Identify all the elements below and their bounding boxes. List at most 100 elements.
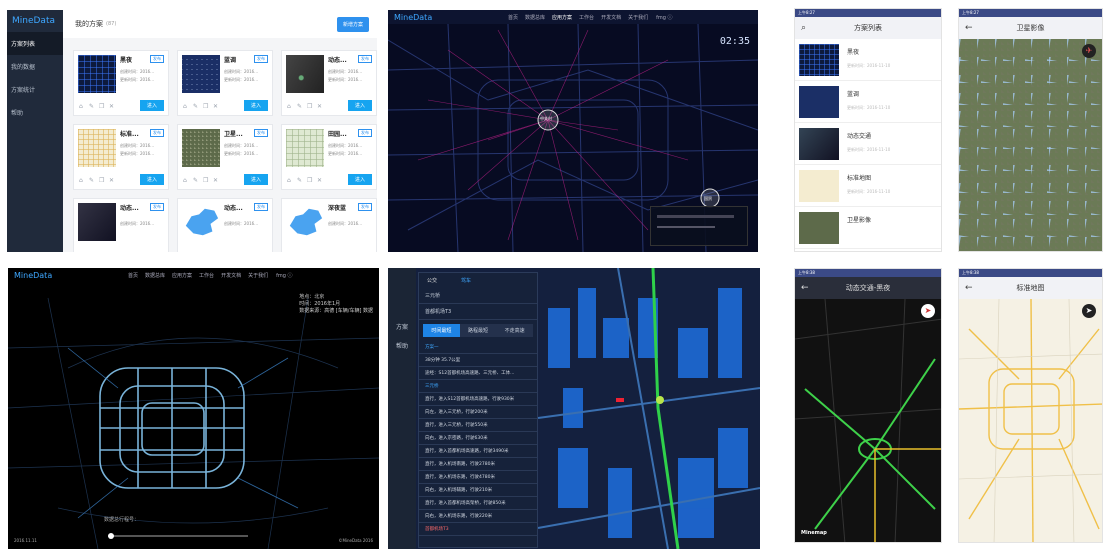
list-item[interactable]: 动态交通 更新时间：2016-11-10 — [795, 123, 941, 165]
list-item[interactable]: 黑夜 更新时间：2016-11-10 — [795, 39, 941, 81]
enter-button[interactable]: 进入 — [347, 100, 372, 111]
compass-icon[interactable]: ✈ — [1082, 44, 1096, 58]
copy-icon[interactable]: ❐ — [99, 103, 104, 110]
timeline-panel[interactable] — [650, 206, 748, 246]
copy-icon[interactable]: ❐ — [307, 103, 312, 110]
copy-icon[interactable]: ❐ — [203, 103, 208, 110]
sidebar-item-scheme-list[interactable]: 方案列表 — [7, 32, 63, 55]
enter-button[interactable]: 进入 — [139, 174, 164, 185]
share-icon[interactable]: ⌂ — [287, 103, 291, 110]
delete-icon[interactable]: ✕ — [213, 177, 218, 184]
menu-item-docs[interactable]: 开发文档 — [221, 272, 241, 279]
menu-item-docs[interactable]: 开发文档 — [601, 14, 621, 21]
sidebar-item-my-data[interactable]: 我的数据 — [7, 55, 63, 78]
search-icon[interactable]: ⌕ — [801, 23, 806, 33]
scheme-title: 蓝调 — [224, 57, 237, 64]
edit-icon[interactable]: ✎ — [297, 103, 302, 110]
new-scheme-button[interactable]: 新增方案 — [336, 17, 369, 32]
user-menu[interactable]: fmg ⓘ — [656, 14, 672, 21]
edit-icon[interactable]: ✎ — [193, 177, 198, 184]
sidebar-item-help[interactable]: 帮助 — [7, 101, 63, 124]
route-marker[interactable] — [656, 396, 664, 404]
share-icon[interactable]: ⌂ — [287, 177, 291, 184]
enter-button[interactable]: 进入 — [139, 100, 164, 111]
scheme-thumbnail — [799, 170, 839, 202]
copy-icon[interactable]: ❐ — [307, 177, 312, 184]
mode-drive[interactable]: 驾车 — [461, 277, 471, 284]
delete-icon[interactable]: ✕ — [317, 103, 322, 110]
satellite-map[interactable] — [959, 39, 1102, 251]
origin-input[interactable]: 三元桥 — [419, 288, 537, 304]
back-arrow-icon[interactable]: ← — [965, 283, 973, 293]
scheme-title: 卫星... — [224, 131, 243, 138]
destination-input[interactable]: 首都机场T3 — [419, 304, 537, 320]
logo: MineData — [14, 270, 53, 280]
updated-time: 更新时间：2016... — [328, 77, 362, 82]
menu-item-home[interactable]: 首页 — [128, 272, 138, 279]
publish-badge: 发布 — [150, 55, 164, 63]
edit-icon[interactable]: ✎ — [297, 177, 302, 184]
mode-bus[interactable]: 公交 — [427, 277, 437, 284]
route-step: 直行，进入机场南路，行驶2780米 — [419, 458, 537, 471]
copy-icon[interactable]: ❐ — [203, 177, 208, 184]
delete-icon[interactable]: ✕ — [213, 103, 218, 110]
delete-icon[interactable]: ✕ — [317, 177, 322, 184]
user-menu[interactable]: fmg ⓘ — [276, 272, 292, 279]
delete-icon[interactable]: ✕ — [109, 177, 114, 184]
menu-item-workbench[interactable]: 工作台 — [579, 14, 594, 21]
tab-shortest-distance[interactable]: 路程最短 — [459, 324, 497, 337]
created-time: 创建时间：2016... — [328, 143, 362, 148]
enter-button[interactable]: 进入 — [243, 174, 268, 185]
list-item[interactable]: 卫星影像 — [795, 207, 941, 249]
end-point: 首都机场T3 — [419, 523, 537, 536]
share-icon[interactable]: ⌂ — [79, 177, 83, 184]
created-time: 创建时间：2016... — [120, 221, 154, 226]
timeline-bar — [657, 226, 715, 228]
enter-button[interactable]: 进入 — [243, 100, 268, 111]
standard-map[interactable] — [959, 299, 1103, 543]
scheme-name: 动态交通 — [847, 133, 872, 140]
tool-scheme[interactable]: 方案 — [388, 268, 416, 331]
list-item[interactable]: 标准地图 更新时间：2016-11-10 — [795, 165, 941, 207]
list-item[interactable]: 蓝调 更新时间：2016-11-10 — [795, 81, 941, 123]
mobile-standard-map: 上午8:38 ← 标准地图 ➤ — [958, 268, 1103, 543]
tab-shortest-time[interactable]: 时间最短 — [423, 324, 460, 337]
scheme-thumbnail — [799, 128, 839, 160]
enter-button[interactable]: 进入 — [347, 174, 372, 185]
compass-icon[interactable]: ➤ — [1082, 304, 1096, 318]
created-time: 创建时间：2016... — [224, 69, 258, 74]
tab-no-highway[interactable]: 不走高速 — [496, 324, 534, 337]
sidebar-item-stats[interactable]: 方案统计 — [7, 78, 63, 101]
edit-icon[interactable]: ✎ — [89, 103, 94, 110]
menu-item-about[interactable]: 关于我们 — [628, 14, 648, 21]
time-text: 时间：2016年1月 — [299, 301, 341, 307]
scheme-title: 标准... — [120, 131, 139, 138]
share-icon[interactable]: ⌂ — [79, 103, 83, 110]
delete-icon[interactable]: ✕ — [109, 103, 114, 110]
share-icon[interactable]: ⌂ — [183, 177, 187, 184]
menu-item-solutions[interactable]: 应用方案 — [172, 272, 192, 279]
back-arrow-icon[interactable]: ← — [965, 23, 973, 33]
scheme-date: 更新时间：2016-11-10 — [847, 189, 891, 194]
edit-icon[interactable]: ✎ — [89, 177, 94, 184]
plan-title[interactable]: 方案一 — [419, 341, 537, 354]
traffic-map[interactable] — [795, 299, 942, 543]
edit-icon[interactable]: ✎ — [193, 103, 198, 110]
tool-help[interactable]: 帮助 — [388, 331, 416, 350]
menu-item-home[interactable]: 首页 — [508, 14, 518, 21]
menu-item-workbench[interactable]: 工作台 — [199, 272, 214, 279]
scheme-card: 黑夜 发布 创建时间：2016... 更新时间：2016... ⌂ ✎ ❐ ✕ … — [73, 50, 169, 116]
menu-item-solutions[interactable]: 应用方案 — [552, 14, 572, 21]
back-arrow-icon[interactable]: ← — [801, 283, 809, 293]
scheme-thumbnail — [799, 212, 839, 244]
menu-item-about[interactable]: 关于我们 — [248, 272, 268, 279]
time-slider-handle[interactable] — [108, 533, 114, 539]
share-icon[interactable]: ⌂ — [183, 103, 187, 110]
scheme-title: 动态... — [224, 205, 243, 212]
publish-badge: 发布 — [358, 203, 372, 211]
copy-icon[interactable]: ❐ — [99, 177, 104, 184]
menu-item-data[interactable]: 数据总库 — [145, 272, 165, 279]
menu-item-data[interactable]: 数据总库 — [525, 14, 545, 21]
main-menu: 首页 数据总库 应用方案 工作台 开发文档 关于我们 — [128, 272, 268, 279]
compass-icon[interactable]: ➤ — [921, 304, 935, 318]
